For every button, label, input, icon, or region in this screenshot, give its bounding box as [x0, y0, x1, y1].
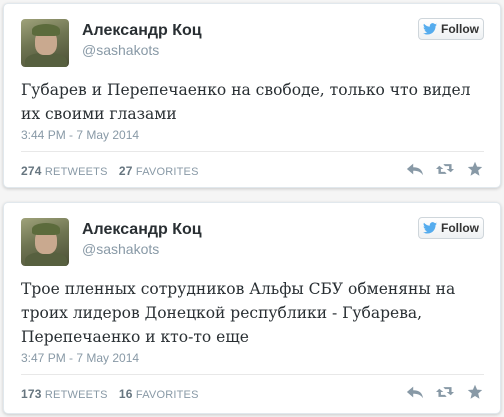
favorite-star-icon[interactable] [466, 384, 484, 400]
author-screenname[interactable]: @sashakots [82, 241, 159, 257]
twitter-bird-icon [423, 23, 437, 35]
retweet-icon[interactable] [436, 384, 454, 400]
tweet-text: Трое пленных сотрудников Альфы СБУ обмен… [21, 280, 456, 346]
retweets-count[interactable]: 173 [21, 387, 42, 401]
retweet-icon[interactable] [436, 161, 454, 177]
tweet-card: Александр Коц @sashakots Follow Трое пле… [3, 202, 501, 414]
tweet-actions [406, 161, 484, 177]
avatar[interactable] [21, 218, 69, 266]
tweet-card: Александр Коц @sashakots Follow Губарев … [3, 3, 501, 188]
tweet-stats: 274 RETWEETS 27 FAVORITES [21, 164, 199, 178]
retweets-count[interactable]: 274 [21, 164, 42, 178]
follow-button[interactable]: Follow [418, 18, 484, 40]
tweet-timestamp[interactable]: 3:44 PM - 7 May 2014 [21, 128, 139, 142]
reply-icon[interactable] [406, 384, 424, 400]
divider [21, 151, 484, 152]
favorites-label[interactable]: FAVORITES [136, 389, 199, 401]
retweets-label[interactable]: RETWEETS [45, 166, 108, 178]
author-fullname[interactable]: Александр Коц [82, 221, 202, 239]
avatar[interactable] [21, 19, 69, 67]
divider [21, 374, 484, 375]
favorite-star-icon[interactable] [466, 161, 484, 177]
follow-label: Follow [441, 22, 479, 36]
retweets-label[interactable]: RETWEETS [45, 389, 108, 401]
favorites-count[interactable]: 27 [119, 164, 133, 178]
follow-button[interactable]: Follow [418, 217, 484, 239]
tweet-timestamp[interactable]: 3:47 PM - 7 May 2014 [21, 351, 139, 365]
reply-icon[interactable] [406, 161, 424, 177]
favorites-label[interactable]: FAVORITES [136, 166, 199, 178]
tweet-actions [406, 384, 484, 400]
tweet-stats: 173 RETWEETS 16 FAVORITES [21, 387, 199, 401]
twitter-bird-icon [423, 222, 437, 234]
favorites-count[interactable]: 16 [119, 387, 133, 401]
follow-label: Follow [441, 221, 479, 235]
tweet-text: Губарев и Перепечаенко на свободе, тольк… [21, 81, 471, 123]
author-fullname[interactable]: Александр Коц [82, 22, 202, 40]
author-screenname[interactable]: @sashakots [82, 42, 159, 58]
